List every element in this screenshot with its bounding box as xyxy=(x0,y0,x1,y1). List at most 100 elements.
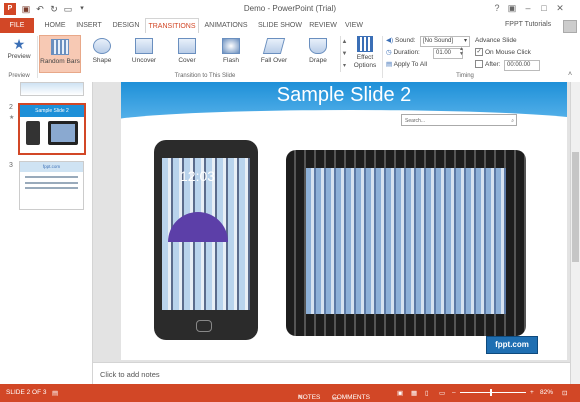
tab-file[interactable]: FILE xyxy=(0,18,34,33)
tab-slide-show[interactable]: SLIDE SHOW xyxy=(255,18,305,33)
effect-label: Shape xyxy=(92,57,112,64)
slideshow-view-icon[interactable]: ▭ xyxy=(439,389,445,397)
title-bar: P ▣ ↶ ↻ ▭ ▾ Demo - PowerPoint (Trial) ? … xyxy=(0,0,580,18)
fit-to-window-icon[interactable]: ⊡ xyxy=(562,389,567,397)
notes-pane[interactable]: Click to add notes xyxy=(93,362,570,385)
transition-star-icon: ★ xyxy=(9,115,15,121)
effect-label: Drape xyxy=(309,57,327,64)
maximize-button[interactable]: □ xyxy=(537,2,551,15)
tab-design[interactable]: DESIGN xyxy=(108,18,144,33)
zoom-slider[interactable] xyxy=(460,392,526,393)
zoom-out-icon[interactable]: – xyxy=(452,389,456,396)
on-mouse-click-checkbox[interactable]: ✓ On Mouse Click xyxy=(475,47,531,58)
minimize-button[interactable]: – xyxy=(521,2,535,15)
help-button[interactable]: ? xyxy=(490,2,504,15)
duration-spinner[interactable]: ▲ ▼ xyxy=(459,47,464,57)
tab-view[interactable]: VIEW xyxy=(341,18,367,33)
ribbon-display-icon[interactable]: ▣ xyxy=(505,2,519,15)
effect-options-button[interactable]: Effect Options xyxy=(350,35,380,73)
checkbox-checked-icon: ✓ xyxy=(475,48,483,57)
tab-home[interactable]: HOME xyxy=(40,18,70,33)
gallery-scroll[interactable]: ▲ ▼ ▾ xyxy=(340,36,348,72)
thumbnail-title: fppt.com xyxy=(20,162,83,172)
on-mouse-click-label: On Mouse Click xyxy=(485,49,531,56)
effect-flash[interactable]: Flash xyxy=(215,35,247,71)
thumbnail-title: Sample Slide 2 xyxy=(20,105,84,117)
thumbnail-slide-3[interactable]: fppt.com xyxy=(19,161,84,210)
effect-shape[interactable]: Shape xyxy=(86,35,118,71)
close-button[interactable]: ✕ xyxy=(553,2,567,15)
search-placeholder: Search... xyxy=(405,118,426,124)
drape-icon xyxy=(309,38,327,54)
cover-icon xyxy=(178,38,196,54)
thumbnail-number: 2 xyxy=(9,104,13,111)
random-bars-icon xyxy=(51,39,69,55)
zoom-in-icon[interactable]: + xyxy=(530,389,534,396)
reading-view-icon[interactable]: ▯ xyxy=(425,389,429,397)
vertical-scrollbar[interactable] xyxy=(570,82,580,384)
spelling-icon[interactable]: ▤ xyxy=(52,389,58,397)
slide-title[interactable]: Sample Slide 2 xyxy=(121,84,567,107)
scrollbar-thumb[interactable] xyxy=(572,152,579,262)
apply-all-icon: ▤ xyxy=(386,61,393,68)
thumbnail-phone xyxy=(26,121,40,145)
effect-uncover[interactable]: Uncover xyxy=(128,35,160,71)
phone-image: 12:03 xyxy=(154,140,258,340)
uncover-icon xyxy=(135,38,153,54)
tab-review[interactable]: REVIEW xyxy=(307,18,339,33)
group-label-transition: Transition to This Slide xyxy=(174,73,236,79)
effect-fall-over[interactable]: Fall Over xyxy=(258,35,290,71)
zoom-level[interactable]: 82% xyxy=(540,389,553,396)
slide-canvas[interactable]: Sample Slide 2 Search... ⌕ 12:03 fppt.com xyxy=(121,82,567,360)
thumbnail-slide-2[interactable]: Sample Slide 2 xyxy=(18,103,86,155)
shape-icon xyxy=(93,38,111,54)
group-label-preview: Preview xyxy=(8,73,30,79)
chevron-down-icon: ▾ xyxy=(463,38,467,44)
checkbox-unchecked-icon xyxy=(475,60,483,69)
avatar[interactable] xyxy=(563,20,577,33)
effect-drape[interactable]: Drape xyxy=(302,35,334,71)
comments-label: COMMENTS xyxy=(332,394,370,401)
notes-label: NOTES xyxy=(298,394,321,401)
effect-label: Cover xyxy=(178,57,196,64)
preview-label: Preview xyxy=(7,53,31,60)
after-input[interactable]: 00:00.00 xyxy=(504,60,540,71)
after-checkbox[interactable]: After: xyxy=(475,59,501,70)
normal-view-icon[interactable]: ▣ xyxy=(397,389,403,397)
effect-label: Random Bars xyxy=(40,58,80,65)
tablet-screen xyxy=(306,168,506,314)
slide-counter: SLIDE 2 OF 3 xyxy=(6,389,47,396)
slide-sorter-icon[interactable]: ▦ xyxy=(411,389,417,397)
fppt-logo: fppt.com xyxy=(486,336,538,354)
account-name[interactable]: FPPT Tutorials xyxy=(505,21,551,28)
effect-options-label: Effect xyxy=(356,54,374,61)
thumbnail-number: 3 xyxy=(9,162,13,169)
sound-label: Sound: xyxy=(394,37,416,44)
group-divider xyxy=(37,36,38,78)
fall-over-icon xyxy=(262,38,286,54)
search-icon: ⌕ xyxy=(511,118,514,124)
preview-button[interactable]: ★ Preview xyxy=(3,35,35,71)
apply-all-label: Apply To All xyxy=(393,61,428,68)
clock-icon: ◷ xyxy=(386,49,392,56)
status-bar: SLIDE 2 OF 3 ▤ ≡ NOTES ▭ COMMENTS ▣ ▦ ▯ … xyxy=(0,384,580,402)
apply-to-all-button[interactable]: ▤ Apply To All xyxy=(386,59,427,70)
tab-insert[interactable]: INSERT xyxy=(72,18,106,33)
effect-cover[interactable]: Cover xyxy=(171,35,203,71)
group-divider xyxy=(382,36,383,78)
tab-animations[interactable]: ANIMATIONS xyxy=(200,18,252,33)
phone-home-button xyxy=(196,320,212,332)
ribbon-tab-row: FILE HOME INSERT DESIGN TRANSITIONS ANIM… xyxy=(0,18,580,35)
collapse-ribbon-icon[interactable]: ˄ xyxy=(568,71,572,78)
thumbnail-slide-1[interactable] xyxy=(20,82,84,96)
effect-label: Flash xyxy=(223,57,239,64)
phone-clock: 12:03 xyxy=(180,168,216,184)
sound-row: ◀) Sound: xyxy=(386,35,416,46)
effect-random-bars[interactable]: Random Bars xyxy=(39,35,81,73)
thumbnail-tablet xyxy=(48,121,78,145)
flash-icon xyxy=(222,38,240,54)
effect-options-label: Options xyxy=(353,62,377,69)
ribbon: ★ Preview Preview Random Bars Shape Unco… xyxy=(0,33,580,83)
zoom-slider-thumb[interactable] xyxy=(490,389,492,396)
duration-label: Duration: xyxy=(393,49,420,56)
